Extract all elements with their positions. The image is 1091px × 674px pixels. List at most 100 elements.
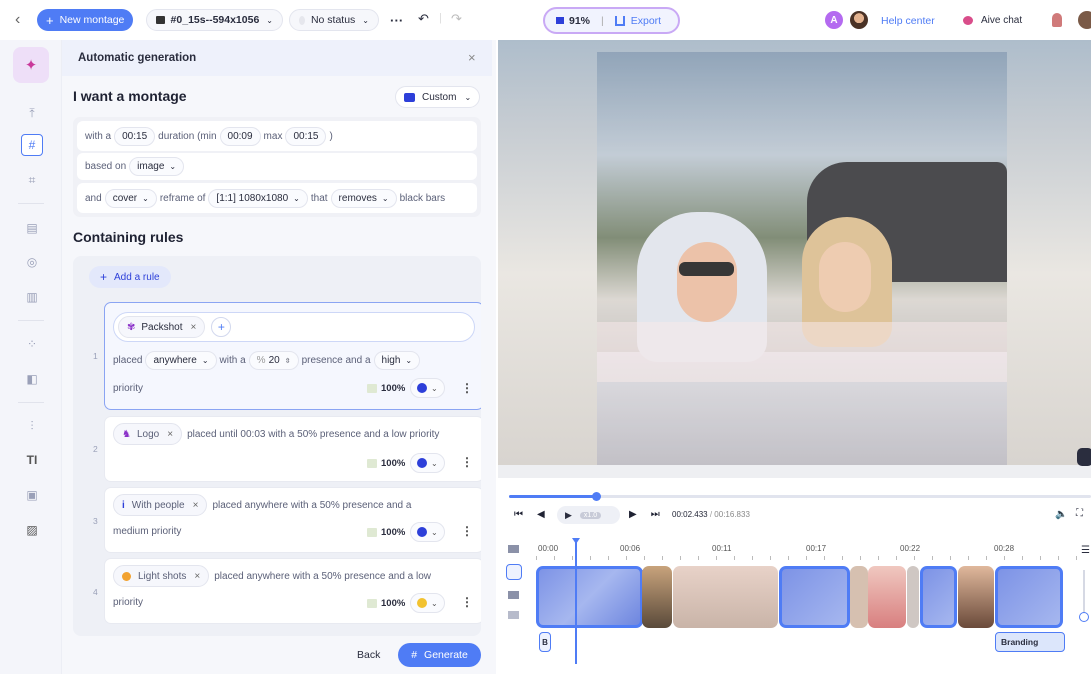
- color-select[interactable]: ⌄: [410, 593, 445, 613]
- ratio-select[interactable]: [1:1] 1080x1080 ⌄: [208, 188, 308, 208]
- more-vertical-icon[interactable]: ⋮: [461, 524, 473, 538]
- color-select[interactable]: ⌄: [410, 378, 445, 398]
- clips-track-icon[interactable]: [506, 564, 522, 580]
- more-options-button[interactable]: ···: [390, 13, 403, 28]
- panel-title: Automatic generation: [78, 52, 197, 64]
- subtitles-icon[interactable]: ▤: [21, 217, 43, 239]
- zoom-slider-handle[interactable]: [1079, 612, 1089, 622]
- clip[interactable]: [642, 566, 672, 628]
- clip[interactable]: [868, 566, 906, 628]
- with-people-tag[interactable]: i With people ×: [113, 494, 208, 516]
- audio-track-icon[interactable]: [508, 591, 519, 599]
- chevron-down-icon: ⌄: [293, 193, 300, 203]
- placement-select[interactable]: anywhere ⌄: [145, 351, 217, 370]
- skip-to-end-icon[interactable]: ⏭: [651, 509, 660, 520]
- close-icon[interactable]: ×: [167, 429, 173, 440]
- image-icon[interactable]: ▨: [21, 519, 43, 541]
- custom-preset-select[interactable]: Custom ⌄: [395, 86, 481, 108]
- status-selector[interactable]: No status ⌄: [289, 9, 379, 31]
- new-montage-button[interactable]: + New montage: [37, 9, 134, 31]
- max-duration-input[interactable]: 00:15: [285, 126, 327, 146]
- removes-select[interactable]: removes ⌄: [330, 188, 397, 208]
- more-vertical-icon[interactable]: ⋮: [461, 381, 473, 395]
- undo-icon[interactable]: ↶: [418, 11, 429, 27]
- back-chevron-button[interactable]: ‹: [15, 11, 20, 29]
- close-icon[interactable]: ×: [191, 322, 197, 333]
- user-photo-avatar[interactable]: [850, 11, 868, 29]
- clip[interactable]: [850, 566, 868, 628]
- brand-b-clip[interactable]: B: [539, 632, 551, 652]
- project-selector[interactable]: #0_15s--594x1056 ⌄: [146, 9, 283, 31]
- logo-tag[interactable]: ♞ Logo ×: [113, 423, 183, 445]
- step-forward-icon[interactable]: ▶: [629, 509, 637, 520]
- playhead[interactable]: [575, 540, 577, 664]
- sparkle-icon[interactable]: ✦: [13, 47, 49, 83]
- rule-logo[interactable]: ♞ Logo × placed until 00:03 with a 50% p…: [104, 416, 481, 482]
- rule-packshot[interactable]: ✾ Packshot × + placed anywhere ⌄ with a %…: [104, 302, 481, 410]
- skip-to-start-icon[interactable]: ⏮: [514, 509, 523, 520]
- media-icon[interactable]: ▣: [21, 484, 43, 506]
- progress-track[interactable]: [509, 492, 1091, 501]
- text-icon[interactable]: TI: [21, 449, 43, 471]
- more-vertical-icon[interactable]: ⋮: [461, 595, 473, 609]
- presence-stepper[interactable]: % 20 ⇳: [248, 351, 299, 370]
- back-button[interactable]: Back: [357, 649, 380, 661]
- min-duration-input[interactable]: 00:09: [219, 126, 261, 146]
- rule-light-shots[interactable]: Light shots × placed anywhere with a 50%…: [104, 558, 481, 624]
- clip[interactable]: [958, 566, 994, 628]
- rule-with-people[interactable]: i With people × placed anywhere with a 5…: [104, 487, 481, 553]
- source-select[interactable]: image ⌄: [129, 157, 185, 176]
- profile-avatar[interactable]: [1078, 11, 1091, 29]
- list-view-icon[interactable]: ☰: [1081, 545, 1090, 556]
- add-rule-button[interactable]: + Add a rule: [89, 266, 171, 288]
- redo-icon[interactable]: ↷: [451, 11, 462, 27]
- export-button[interactable]: Export: [631, 15, 661, 27]
- play-speed-control[interactable]: ▶ x1.0: [557, 506, 620, 524]
- close-icon[interactable]: ×: [468, 50, 476, 65]
- fullscreen-icon[interactable]: ⛶: [1076, 508, 1083, 519]
- duration-input[interactable]: 00:15: [114, 126, 156, 146]
- clip[interactable]: [920, 566, 957, 628]
- clip[interactable]: [995, 566, 1063, 628]
- color-select[interactable]: ⌄: [410, 522, 445, 542]
- light-shots-tag[interactable]: Light shots ×: [113, 565, 210, 587]
- target-icon[interactable]: ◎: [21, 251, 43, 273]
- clip[interactable]: [536, 566, 643, 628]
- transition-icon[interactable]: ◧: [21, 368, 43, 390]
- bar-chart-icon[interactable]: ▥: [21, 286, 43, 308]
- audio-wave-icon[interactable]: ⫶: [21, 415, 43, 437]
- clip[interactable]: [779, 566, 850, 628]
- more-vertical-icon[interactable]: ⋮: [461, 455, 473, 469]
- avatar[interactable]: A: [825, 11, 843, 29]
- close-icon[interactable]: ×: [194, 571, 200, 582]
- volume-icon[interactable]: 🔈: [1055, 509, 1067, 520]
- clip[interactable]: [907, 566, 919, 628]
- priority-select[interactable]: high ⌄: [373, 351, 421, 370]
- close-icon[interactable]: ×: [193, 500, 199, 511]
- rule-tag-input[interactable]: ✾ Packshot × +: [113, 312, 475, 342]
- packshot-tag[interactable]: ✾ Packshot ×: [118, 316, 206, 338]
- play-icon[interactable]: ▶: [565, 510, 572, 521]
- grid-icon[interactable]: #: [21, 134, 43, 156]
- percent-label: 100%: [381, 458, 406, 469]
- paren-text: ): [329, 130, 333, 142]
- thumbnail-view-icon[interactable]: [508, 545, 519, 553]
- progress-handle[interactable]: [592, 492, 602, 501]
- step-back-icon[interactable]: ◀: [537, 509, 545, 520]
- add-tag-icon[interactable]: +: [211, 317, 232, 337]
- aive-chat-button[interactable]: Aive chat: [963, 15, 1022, 26]
- generate-button[interactable]: # Generate: [398, 643, 481, 667]
- help-center-link[interactable]: Help center: [881, 15, 935, 27]
- zoom-label[interactable]: 91%: [569, 15, 590, 27]
- shapes-icon[interactable]: ⁘: [21, 333, 43, 355]
- crop-icon[interactable]: ⌗: [21, 169, 43, 191]
- notification-bell-icon[interactable]: [1052, 13, 1062, 27]
- cover-select[interactable]: cover ⌄: [104, 188, 157, 208]
- reframe-row: and cover ⌄ reframe of [1:1] 1080x1080 ⌄ t…: [77, 183, 477, 213]
- chat-widget-icon[interactable]: [1077, 448, 1091, 466]
- upload-icon[interactable]: ⤒: [21, 102, 43, 124]
- clip[interactable]: [673, 566, 778, 628]
- branding-clip[interactable]: Branding: [995, 632, 1065, 652]
- color-select[interactable]: ⌄: [410, 453, 445, 473]
- settings-track-icon[interactable]: [508, 611, 519, 619]
